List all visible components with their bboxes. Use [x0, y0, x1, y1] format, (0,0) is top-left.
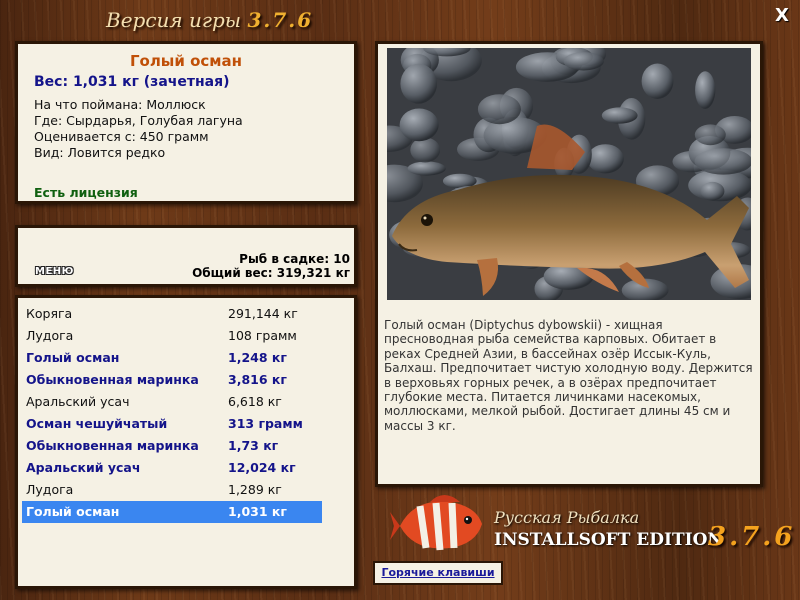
- catch-row[interactable]: Коряга 291,144 кг: [22, 303, 322, 325]
- catch-row-name: Аральский усач: [26, 460, 141, 475]
- catch-row-weight: 6,618 кг: [228, 394, 282, 409]
- catch-row-name: Аральский усач: [26, 394, 130, 409]
- close-icon: X: [775, 5, 789, 26]
- fish-weight: Вес: 1,031 кг (зачетная): [34, 74, 230, 90]
- catch-row-weight: 291,144 кг: [228, 306, 298, 321]
- catch-row-weight: 12,024 кг: [228, 460, 296, 475]
- brand-game-name: Русская Рыбалка: [494, 508, 640, 527]
- catch-row-weight: 1,289 кг: [228, 482, 282, 497]
- hotkeys-button[interactable]: Горячие клавиши: [373, 561, 503, 585]
- fish-photo: [387, 48, 751, 300]
- catch-row-name: Голый осман: [26, 504, 120, 519]
- catch-row-name: Коряга: [26, 306, 73, 321]
- version-prefix: Версия игры: [106, 8, 242, 32]
- fish-description: Голый осман (Diptychus dybowskii) - хищн…: [384, 318, 753, 433]
- location-line: Где: Сырдарья, Голубая лагуна: [34, 113, 243, 128]
- license-status: Есть лицензия: [34, 185, 138, 200]
- catch-row-name: Лудога: [26, 328, 74, 343]
- fish-image-panel: Голый осман (Diptychus dybowskii) - хищн…: [375, 41, 763, 487]
- catch-row[interactable]: Осман чешуйчатый 313 грамм: [22, 413, 322, 435]
- catch-row-name: Обыкновенная маринка: [26, 438, 199, 453]
- bait-line: На что поймана: Моллюск: [34, 97, 206, 112]
- catch-row[interactable]: Аральский усач 12,024 кг: [22, 457, 322, 479]
- catch-row-weight: 108 грамм: [228, 328, 297, 343]
- cage-fish-count: Рыб в садке: 10: [239, 252, 350, 266]
- version-number: 3.7.6: [247, 8, 314, 32]
- brand-version: 3.7.6: [708, 522, 796, 552]
- catch-row[interactable]: Лудога 1,289 кг: [22, 479, 322, 501]
- cage-total-weight: Общий вес: 319,321 кг: [192, 266, 350, 280]
- catch-row-weight: 313 грамм: [228, 416, 303, 431]
- fish-photo-drawing: [387, 48, 751, 300]
- catch-row-name: Обыкновенная маринка: [26, 372, 199, 387]
- catch-row-name: Осман чешуйчатый: [26, 416, 168, 431]
- catch-row-name: Голый осман: [26, 350, 120, 365]
- catch-list: Коряга 291,144 кг Лудога 108 грамм Голый осм…: [15, 295, 357, 589]
- cage-info-panel: МЕНЮ Рыб в садке: 10 Общий вес: 319,321 …: [15, 225, 357, 287]
- catch-row-weight: 1,248 кг: [228, 350, 287, 365]
- catch-row-name: Лудога: [26, 482, 74, 497]
- catch-row[interactable]: Аральский усач 6,618 кг: [22, 391, 322, 413]
- catch-row[interactable]: Обыкновенная маринка 1,73 кг: [22, 435, 322, 457]
- close-button[interactable]: X: [772, 6, 792, 26]
- catch-row-weight: 1,73 кг: [228, 438, 279, 453]
- catch-row[interactable]: Лудога 108 грамм: [22, 325, 322, 347]
- menu-button[interactable]: МЕНЮ: [35, 266, 74, 277]
- title-bar: Версия игры 3.7.6 X: [0, 0, 800, 38]
- rarity-line: Вид: Ловится редко: [34, 145, 166, 160]
- logo-fish-icon: [390, 490, 490, 560]
- catch-row[interactable]: Голый осман 1,031 кг: [22, 501, 322, 523]
- catch-row[interactable]: Обыкновенная маринка 3,816 кг: [22, 369, 322, 391]
- fish-info-panel: Голый осман Вес: 1,031 кг (зачетная) На …: [15, 41, 357, 204]
- catch-row-weight: 3,816 кг: [228, 372, 287, 387]
- catch-row[interactable]: Голый осман 1,248 кг: [22, 347, 322, 369]
- catch-row-weight: 1,031 кг: [228, 504, 287, 519]
- fish-name: Голый осман: [129, 52, 243, 70]
- rated-line: Оценивается с: 450 грамм: [34, 129, 209, 144]
- game-version-title: Версия игры 3.7.6: [106, 8, 313, 32]
- brand-edition: INSTALLSOFT EDITION: [494, 530, 723, 550]
